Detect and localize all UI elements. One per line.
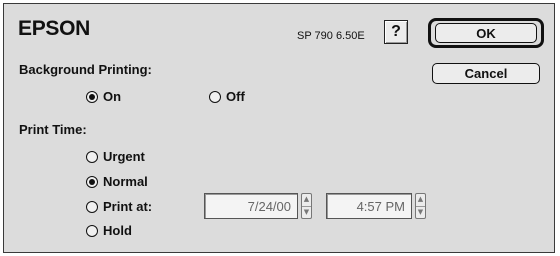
time-stepper[interactable]: ▲ ▼ [415, 193, 426, 219]
radio-unselected-icon [86, 224, 98, 237]
radio-label: Off [226, 89, 245, 104]
date-stepper[interactable]: ▲ ▼ [301, 193, 312, 219]
radio-selected-icon [86, 175, 98, 188]
radio-label: Hold [103, 223, 132, 238]
ok-button[interactable]: OK [435, 23, 537, 43]
triangle-up-icon[interactable]: ▲ [302, 194, 311, 206]
help-icon: ? [391, 23, 401, 40]
radio-background-on[interactable]: On [86, 89, 121, 104]
help-button[interactable]: ? [384, 20, 408, 44]
radio-unselected-icon [86, 150, 98, 163]
driver-version: SP 790 6.50E [297, 30, 365, 42]
radio-selected-icon [86, 90, 98, 103]
epson-logo: EPSON [18, 17, 91, 40]
radio-unselected-icon [209, 90, 221, 103]
print-time-field[interactable]: 4:57 PM [326, 193, 412, 219]
radio-label: Normal [103, 174, 148, 189]
radio-label: Print at: [103, 199, 153, 214]
triangle-up-icon[interactable]: ▲ [416, 194, 425, 206]
print-options-dialog: EPSON SP 790 6.50E ? OK Cancel Backgroun… [3, 3, 555, 253]
print-date-field[interactable]: 7/24/00 [204, 193, 298, 219]
cancel-button[interactable]: Cancel [432, 63, 540, 84]
triangle-down-icon[interactable]: ▼ [302, 205, 311, 219]
radio-background-off[interactable]: Off [209, 89, 245, 104]
radio-unselected-icon [86, 200, 98, 213]
radio-label: On [103, 89, 122, 104]
radio-print-time-normal[interactable]: Normal [86, 174, 148, 189]
print-time-label: Print Time: [19, 122, 87, 137]
radio-print-time-hold[interactable]: Hold [86, 223, 132, 238]
radio-label: Urgent [103, 149, 145, 164]
radio-print-time-print-at[interactable]: Print at: [86, 199, 152, 214]
radio-print-time-urgent[interactable]: Urgent [86, 149, 145, 164]
background-printing-label: Background Printing: [19, 62, 152, 77]
triangle-down-icon[interactable]: ▼ [416, 205, 425, 219]
